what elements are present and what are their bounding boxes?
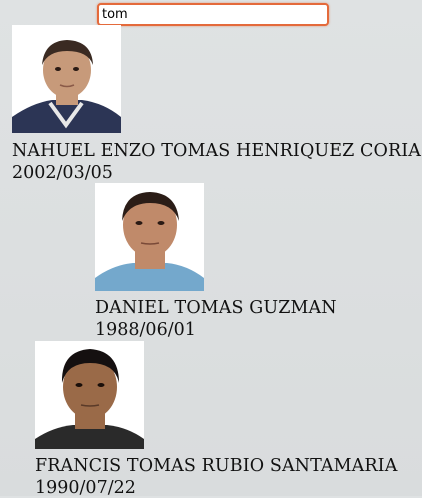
person-portrait-image — [35, 341, 144, 449]
person-name: FRANCIS TOMAS RUBIO SANTAMARIA — [35, 456, 398, 476]
result-card[interactable]: FRANCIS TOMAS RUBIO SANTAMARIA 1990/07/2… — [35, 341, 422, 498]
person-name: DANIEL TOMAS GUZMAN — [95, 298, 337, 318]
person-birthdate: 1988/06/01 — [95, 320, 196, 340]
person-birthdate: 1990/07/22 — [35, 478, 136, 498]
person-portrait-image — [95, 183, 204, 291]
person-birthdate: 2002/03/05 — [12, 163, 113, 183]
person-photo — [12, 25, 121, 133]
result-card[interactable]: DANIEL TOMAS GUZMAN 1988/06/01 — [95, 183, 415, 343]
person-portrait-image — [12, 25, 121, 133]
result-card[interactable]: NAHUEL ENZO TOMAS HENRIQUEZ CORIA 2002/0… — [12, 25, 422, 185]
search-input[interactable] — [97, 3, 329, 26]
person-photo — [95, 183, 204, 291]
person-name: NAHUEL ENZO TOMAS HENRIQUEZ CORIA — [12, 141, 421, 161]
person-photo — [35, 341, 144, 449]
